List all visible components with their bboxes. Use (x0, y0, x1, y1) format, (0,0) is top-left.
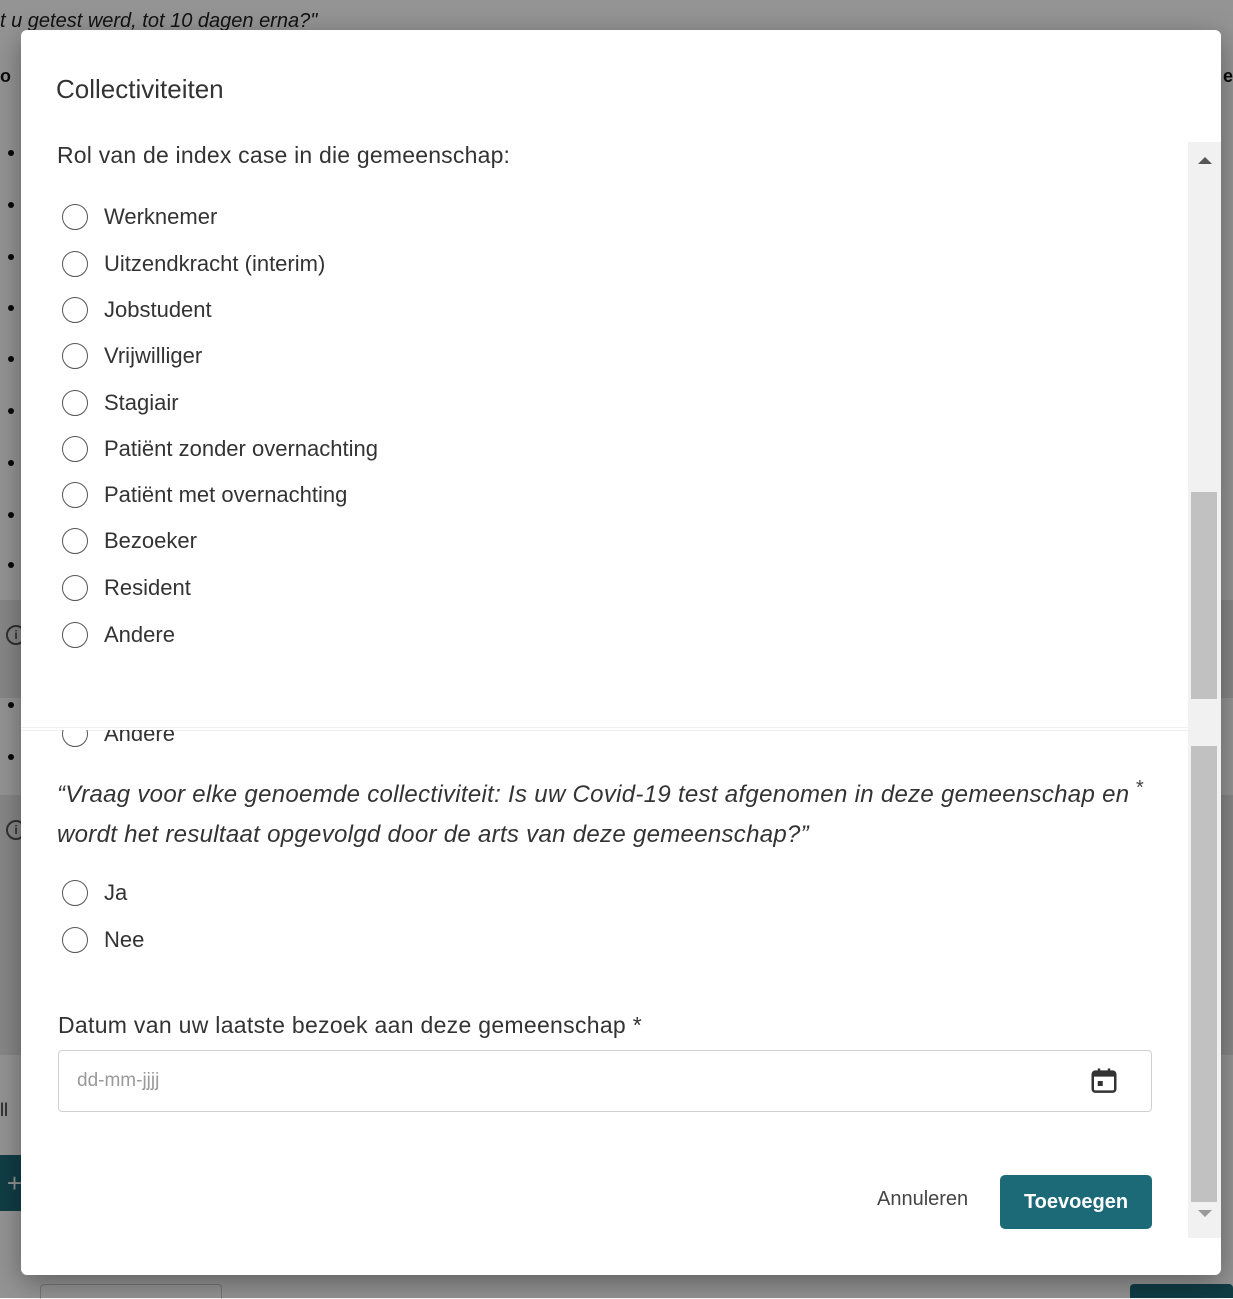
radio-label: Uitzendkracht (interim) (104, 251, 326, 276)
radio-ja[interactable]: Ja (62, 876, 127, 910)
radio-label: Andere (104, 622, 175, 647)
radio-label: Werknemer (104, 204, 218, 229)
radio-label: Patiënt zonder overnachting (104, 436, 378, 461)
radio-label: Patiënt met overnachting (104, 482, 348, 507)
radio-andere[interactable]: Andere (62, 618, 175, 652)
radio-patient-zonder-overnachting[interactable]: Patiënt zonder overnachting (62, 432, 378, 466)
date-placeholder: dd-mm-jjjj (77, 1070, 160, 1091)
radio-button[interactable] (62, 482, 88, 508)
radio-werknemer[interactable]: Werknemer (62, 200, 217, 234)
dialog-content: Rol van de index case in die gemeenschap… (21, 142, 1221, 1275)
radio-button[interactable] (62, 730, 88, 747)
radio-label: Ja (104, 880, 128, 905)
radio-button[interactable] (62, 343, 88, 369)
required-marker: * (1136, 777, 1144, 799)
role-question: Rol van de index case in die gemeenschap… (57, 142, 511, 168)
radio-button[interactable] (62, 390, 88, 416)
radio-patient-met-overnachting[interactable]: Patiënt met overnachting (62, 478, 347, 512)
radio-button[interactable] (62, 297, 88, 323)
radio-label: Jobstudent (104, 297, 212, 322)
radio-bezoeker[interactable]: Bezoeker (62, 524, 197, 558)
calendar-icon[interactable] (1089, 1066, 1119, 1096)
radio-label: Bezoeker (104, 528, 197, 553)
dialog-title: Collectiviteiten (56, 74, 224, 104)
radio-button[interactable] (62, 622, 88, 648)
add-button[interactable]: Toevoegen (1000, 1175, 1152, 1229)
radio-resident[interactable]: Resident (62, 571, 191, 605)
covid-test-question: “Vraag voor elke genoemde collectiviteit… (57, 781, 1130, 848)
radio-uitzendkracht[interactable]: Uitzendkracht (interim) (62, 247, 325, 281)
radio-stagiair[interactable]: Stagiair (62, 386, 179, 420)
radio-button[interactable] (62, 880, 88, 906)
radio-button[interactable] (62, 927, 88, 953)
scrollbar-thumb[interactable] (1191, 746, 1217, 1202)
radio-label: Nee (104, 927, 145, 952)
radio-label: Andere (104, 730, 175, 746)
date-label: Datum van uw laatste bezoek aan deze gem… (58, 1012, 642, 1038)
radio-nee[interactable]: Nee (62, 923, 144, 957)
radio-button[interactable] (62, 575, 88, 601)
radio-button[interactable] (62, 251, 88, 277)
scroll-up-arrow-icon[interactable] (1198, 157, 1212, 164)
collectiviteiten-dialog: Collectiviteiten Rol van de index case i… (21, 30, 1221, 1275)
radio-label: Stagiair (104, 390, 179, 415)
radio-label: Vrijwilliger (104, 343, 203, 368)
cancel-button[interactable]: Annuleren (869, 1174, 976, 1224)
radio-label: Resident (104, 575, 191, 600)
radio-button[interactable] (62, 436, 88, 462)
scroll-down-arrow-icon[interactable] (1198, 1210, 1212, 1217)
last-visit-date-input[interactable]: dd-mm-jjjj (58, 1050, 1152, 1112)
radio-jobstudent[interactable]: Jobstudent (62, 293, 212, 327)
radio-andere-partial[interactable]: Andere (62, 730, 362, 752)
radio-button[interactable] (62, 528, 88, 554)
radio-vrijwilliger[interactable]: Vrijwilliger (62, 339, 202, 373)
radio-button[interactable] (62, 204, 88, 230)
scrollbar-thumb[interactable] (1191, 492, 1217, 699)
